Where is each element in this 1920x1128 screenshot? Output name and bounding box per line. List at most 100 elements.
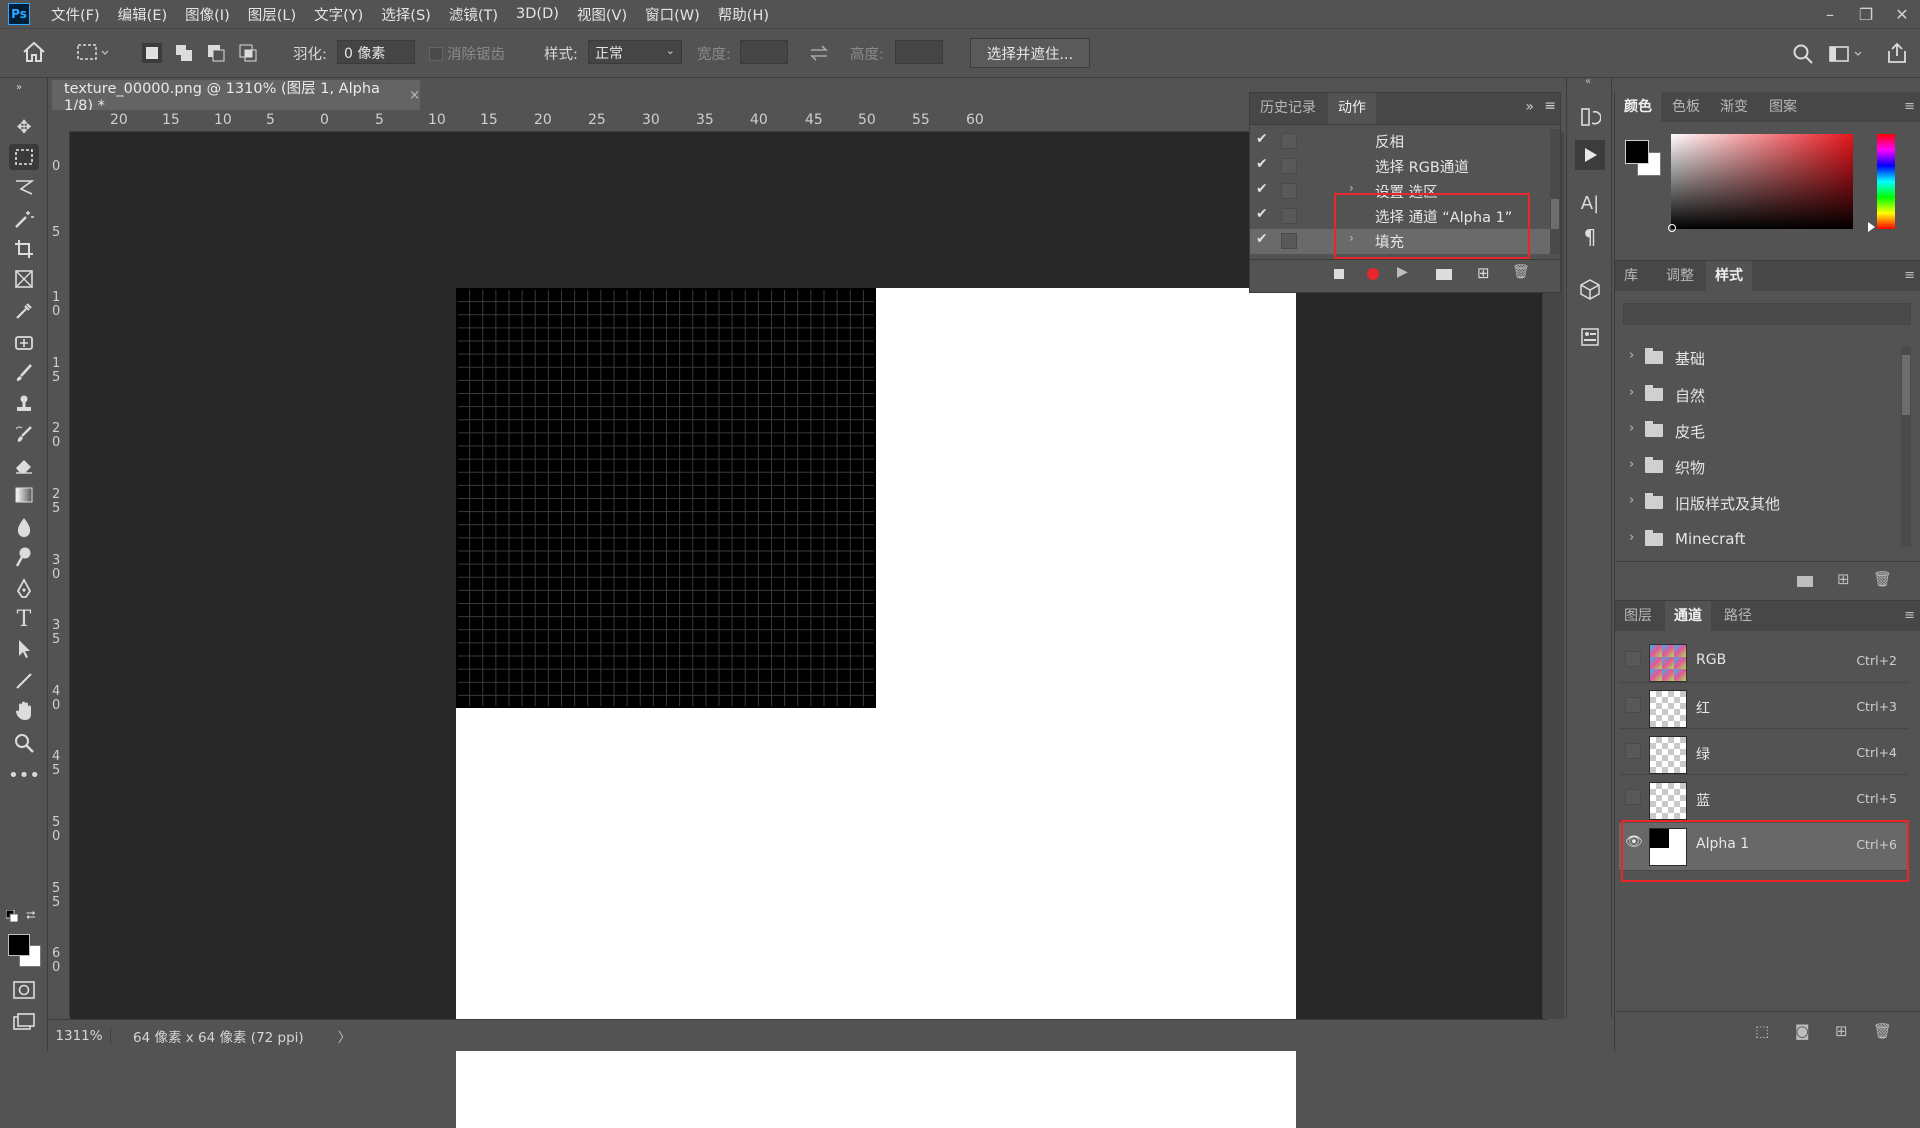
screen-mode-icon[interactable]	[12, 1012, 36, 1036]
check-icon[interactable]: ✔	[1256, 206, 1274, 222]
list-item[interactable]: › Minecraft	[1629, 525, 1899, 555]
menu-edit[interactable]: 编辑(E)	[109, 4, 176, 25]
dialog-toggle-box[interactable]	[1281, 233, 1297, 249]
tab-actions[interactable]: 动作	[1328, 93, 1376, 124]
check-icon[interactable]: ✔	[1256, 181, 1274, 197]
color-field[interactable]	[1668, 134, 1853, 232]
new-channel-icon[interactable]: ⊞	[1835, 1022, 1848, 1040]
tab-styles[interactable]: 样式	[1706, 261, 1752, 291]
list-item[interactable]: › 基础	[1629, 343, 1899, 373]
swap-dimensions-icon[interactable]	[808, 43, 830, 67]
brush-tool-icon[interactable]	[9, 360, 39, 386]
move-tool-icon[interactable]: ✥	[9, 114, 39, 140]
menu-view[interactable]: 视图(V)	[568, 4, 636, 25]
search-icon[interactable]	[1792, 43, 1814, 69]
height-input[interactable]	[895, 40, 943, 64]
new-set-folder-icon[interactable]	[1436, 269, 1452, 280]
dialog-toggle-box[interactable]	[1281, 208, 1297, 224]
zoom-tool-icon[interactable]	[9, 730, 39, 756]
dialog-toggle-box[interactable]	[1281, 183, 1297, 199]
action-row[interactable]: ✔ 反相	[1250, 129, 1550, 154]
channel-row-blue[interactable]: 蓝 Ctrl+5	[1619, 777, 1909, 821]
minimize-icon[interactable]: –	[1812, 0, 1848, 28]
feather-input[interactable]: 0 像素	[337, 40, 415, 64]
load-channel-as-selection-icon[interactable]: ⬚	[1755, 1022, 1769, 1040]
restore-icon[interactable]: ❐	[1848, 0, 1884, 28]
status-menu-icon[interactable]: 〉	[338, 1026, 352, 1046]
tab-swatches[interactable]: 色板	[1663, 92, 1709, 122]
visibility-toggle[interactable]	[1625, 651, 1641, 667]
add-to-selection-icon[interactable]	[174, 43, 194, 63]
more-tools-icon[interactable]: •••	[8, 762, 40, 788]
menu-image[interactable]: 图像(I)	[176, 4, 239, 25]
menu-select[interactable]: 选择(S)	[372, 4, 440, 25]
menu-3d[interactable]: 3D(D)	[507, 6, 568, 22]
channel-row-red[interactable]: 红 Ctrl+3	[1619, 685, 1909, 729]
home-icon[interactable]	[22, 41, 46, 67]
stop-recording-icon[interactable]	[1334, 269, 1344, 279]
foreground-color-swatch[interactable]	[8, 934, 30, 956]
path-selection-tool-icon[interactable]	[9, 636, 39, 662]
hue-slider-handle[interactable]	[1868, 222, 1875, 232]
panel-menu-icon[interactable]: ≡	[1904, 268, 1915, 283]
actions-panel-icon[interactable]	[1575, 140, 1605, 170]
delete-icon[interactable]: 🗑	[1512, 264, 1530, 280]
intersect-selection-icon[interactable]	[238, 43, 258, 63]
chevron-right-icon[interactable]: ›	[1629, 421, 1634, 436]
tab-gradients[interactable]: 渐变	[1711, 92, 1757, 122]
selection-marquee[interactable]	[456, 288, 876, 708]
pen-tool-icon[interactable]	[9, 576, 39, 602]
delete-icon[interactable]: 🗑	[1873, 1022, 1892, 1040]
document-tab[interactable]: texture_00000.png @ 1310% (图层 1, Alpha 1…	[52, 80, 420, 114]
visibility-toggle[interactable]	[1625, 743, 1641, 759]
visibility-toggle[interactable]	[1625, 697, 1641, 713]
chevron-right-icon[interactable]: ›	[1629, 457, 1634, 472]
menu-layer[interactable]: 图层(L)	[239, 4, 305, 25]
check-icon[interactable]: ✔	[1256, 156, 1274, 172]
foreground-color-swatch[interactable]	[1625, 140, 1649, 164]
close-tab-icon[interactable]: ×	[409, 88, 420, 103]
menu-file[interactable]: 文件(F)	[42, 4, 109, 25]
tab-patterns[interactable]: 图案	[1760, 92, 1806, 122]
3d-panel-icon[interactable]	[1575, 274, 1605, 304]
clone-stamp-tool-icon[interactable]	[9, 390, 39, 416]
actions-scrollbar[interactable]	[1550, 129, 1560, 254]
crop-tool-icon[interactable]	[9, 236, 39, 262]
tab-history[interactable]: 历史记录	[1250, 93, 1326, 124]
list-item[interactable]: › 旧版样式及其他	[1629, 488, 1899, 518]
default-colors-icon[interactable]	[5, 909, 19, 926]
tab-color[interactable]: 颜色	[1615, 92, 1661, 122]
width-input[interactable]	[740, 40, 788, 64]
collapse-strip-icon[interactable]: «	[1585, 76, 1591, 87]
new-group-folder-icon[interactable]	[1797, 576, 1813, 587]
chevron-right-icon[interactable]: ›	[1629, 348, 1634, 363]
panel-menu-icon[interactable]: ≡	[1544, 98, 1556, 114]
paragraph-panel-icon[interactable]: ¶	[1575, 222, 1605, 252]
blur-tool-icon[interactable]	[9, 514, 39, 540]
close-window-icon[interactable]: ✕	[1884, 0, 1920, 28]
rect-marquee-tool-icon[interactable]	[9, 144, 39, 170]
new-style-icon[interactable]: ⊞	[1837, 570, 1850, 588]
check-icon[interactable]: ✔	[1256, 231, 1274, 247]
channel-row-rgb[interactable]: RGB Ctrl+2	[1619, 639, 1909, 683]
lasso-tool-icon[interactable]	[9, 174, 39, 200]
menu-filter[interactable]: 滤镜(T)	[440, 4, 507, 25]
ruler-vertical[interactable]: 0 5 10 15 20 25 30 35 40 45 50 55 60	[48, 132, 70, 1017]
new-selection-icon[interactable]	[142, 43, 162, 63]
chevron-right-icon[interactable]: ›	[1629, 530, 1634, 545]
properties-panel-icon[interactable]	[1575, 322, 1605, 352]
delete-icon[interactable]: 🗑	[1873, 570, 1892, 588]
play-icon[interactable]: ▶	[1397, 264, 1408, 280]
style-select[interactable]: 正常 ⌄	[588, 40, 682, 64]
select-and-mask-button[interactable]: 选择并遮住...	[970, 38, 1090, 68]
eraser-tool-icon[interactable]	[9, 452, 39, 478]
frame-tool-icon[interactable]	[9, 266, 39, 292]
tab-paths[interactable]: 路径	[1715, 601, 1761, 631]
character-panel-icon[interactable]: A|	[1575, 188, 1605, 218]
styles-scrollbar[interactable]	[1901, 347, 1911, 547]
gradient-tool-icon[interactable]	[9, 482, 39, 508]
workspace-layout-icon[interactable]	[1828, 44, 1868, 68]
ruler-horizontal[interactable]: 52015105051015202530354045505560	[70, 110, 1248, 132]
eyedropper-tool-icon[interactable]	[9, 298, 39, 324]
check-icon[interactable]: ✔	[1256, 131, 1274, 147]
